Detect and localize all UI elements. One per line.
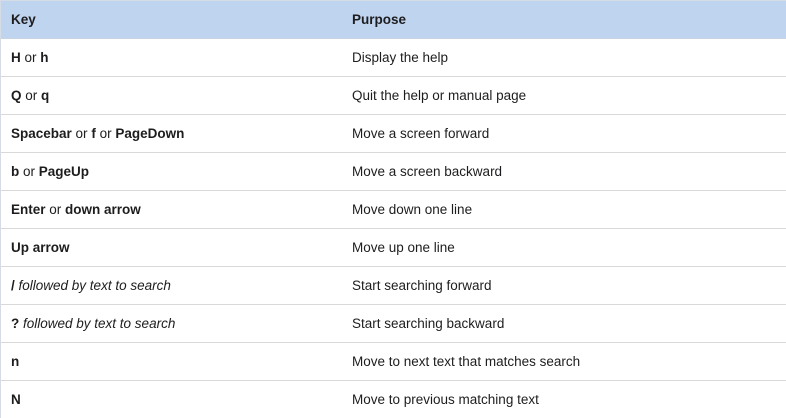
table-body: H or h Display the help Q or q Quit the hel… xyxy=(1,39,786,418)
key-text-segment: or xyxy=(19,164,39,179)
table-row: b or PageUp Move a screen backward xyxy=(1,153,786,191)
key-cell: / followed by text to search xyxy=(1,278,342,293)
table-row: n Move to next text that matches search xyxy=(1,343,786,381)
purpose-cell: Move a screen forward xyxy=(352,126,490,141)
key-cell: ? followed by text to search xyxy=(1,316,342,331)
key-text-segment: Q xyxy=(11,88,22,103)
key-text-segment: b xyxy=(11,164,20,179)
key-text-segment: h xyxy=(40,50,49,65)
key-text-segment: Up arrow xyxy=(11,240,70,255)
key-cell: N xyxy=(1,392,342,407)
key-text-segment: PageUp xyxy=(38,164,90,179)
key-text-segment: ? xyxy=(11,316,20,331)
key-cell: Up arrow xyxy=(1,240,342,255)
key-text-segment: followed by text to search xyxy=(14,278,171,293)
key-cell: H or h xyxy=(1,50,342,65)
key-text-segment: N xyxy=(11,392,21,407)
table-row: Up arrow Move up one line xyxy=(1,229,786,267)
table-row: ? followed by text to search Start search… xyxy=(1,305,786,343)
key-cell: b or PageUp xyxy=(1,164,342,179)
key-text-segment: or xyxy=(71,126,92,141)
key-cell: Enter or down arrow xyxy=(1,202,342,217)
key-text-segment: or xyxy=(21,88,42,103)
key-text-segment: or xyxy=(20,50,41,65)
key-text-segment: H xyxy=(11,50,21,65)
table-row: N Move to previous matching text xyxy=(1,381,786,418)
purpose-cell: Move a screen backward xyxy=(352,164,503,179)
table-row: Enter or down arrow Move down one line xyxy=(1,191,786,229)
table-row: / followed by text to search Start search… xyxy=(1,267,786,305)
purpose-cell: Move to next text that matches search xyxy=(352,354,581,369)
key-text-segment: Enter xyxy=(11,202,46,217)
purpose-cell: Start searching forward xyxy=(352,278,492,293)
key-cell: Spacebar or f or PageDown xyxy=(1,126,342,141)
table-row: Spacebar or f or PageDown Move a screen f… xyxy=(1,115,786,153)
key-text-segment: followed by text to search xyxy=(19,316,176,331)
header-purpose: Purpose xyxy=(352,12,407,27)
key-text-segment: or xyxy=(45,202,66,217)
purpose-cell: Move to previous matching text xyxy=(352,392,539,407)
key-cell: Q or q xyxy=(1,88,342,103)
key-text-segment: Spacebar xyxy=(11,126,72,141)
table-row: H or h Display the help xyxy=(1,39,786,77)
table-header-row: Key Purpose xyxy=(1,1,786,39)
purpose-cell: Move down one line xyxy=(352,202,473,217)
key-cell: n xyxy=(1,354,342,369)
table-row: Q or q Quit the help or manual page xyxy=(1,77,786,115)
key-text-segment: down arrow xyxy=(65,202,141,217)
purpose-cell: Start searching backward xyxy=(352,316,505,331)
header-key: Key xyxy=(11,12,36,27)
key-text-segment: or xyxy=(95,126,116,141)
purpose-cell: Move up one line xyxy=(352,240,455,255)
key-purpose-table: Key Purpose H or h Display the help Q or q… xyxy=(0,0,786,418)
purpose-cell: Quit the help or manual page xyxy=(352,88,527,103)
key-text-segment: n xyxy=(11,354,20,369)
purpose-cell: Display the help xyxy=(352,50,449,65)
key-text-segment: PageDown xyxy=(115,126,185,141)
key-text-segment: q xyxy=(41,88,50,103)
